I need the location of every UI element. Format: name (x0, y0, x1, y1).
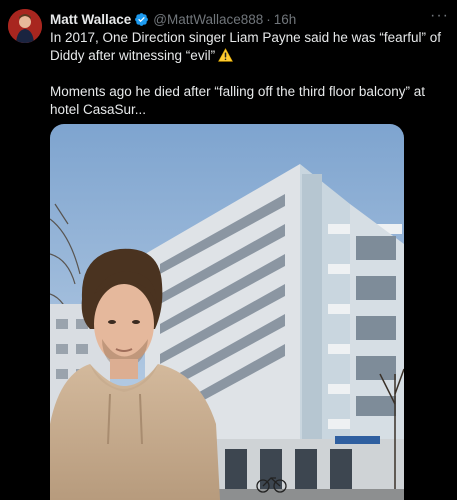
tweet-paragraph-1-text: In 2017, One Direction singer Liam Payne… (50, 30, 441, 63)
more-horizontal-icon[interactable]: ··· (430, 8, 449, 27)
tweet-header: Matt Wallace @MattWallace888 · 16h ··· (50, 8, 449, 28)
warning-sign-icon (218, 48, 233, 62)
author-avatar[interactable] (8, 9, 42, 43)
tweet-card[interactable]: Matt Wallace @MattWallace888 · 16h ··· I… (0, 0, 457, 500)
tweet-paragraph-1: In 2017, One Direction singer Liam Payne… (50, 29, 450, 65)
tweet-text: In 2017, One Direction singer Liam Payne… (50, 29, 450, 119)
tweet-timestamp[interactable]: 16h (274, 12, 297, 27)
tweet-paragraph-2: Moments ago he died after “falling off t… (50, 84, 425, 117)
verified-badge-icon (135, 12, 149, 26)
media-photo (50, 124, 404, 500)
author-name[interactable]: Matt Wallace (50, 12, 131, 27)
author-handle[interactable]: @MattWallace888 (153, 12, 263, 27)
tweet-media-image[interactable] (50, 124, 404, 500)
avatar-image (8, 9, 42, 43)
header-separator: · (266, 11, 271, 27)
